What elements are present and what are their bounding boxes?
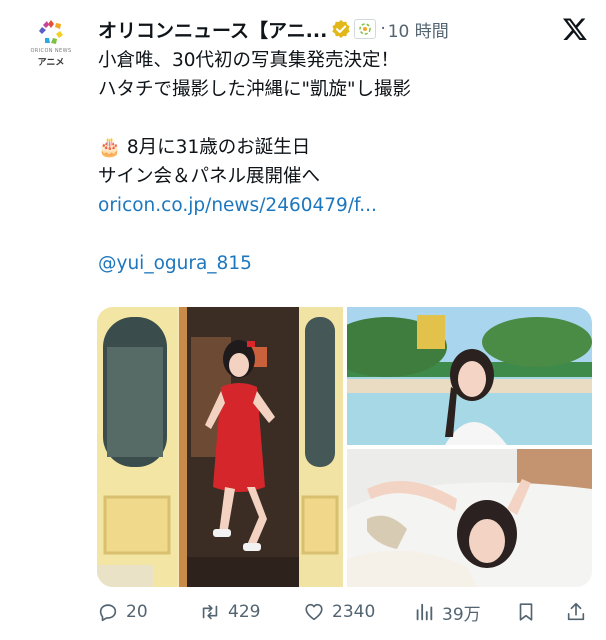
reply-icon [99,604,117,622]
tweet-timestamp[interactable]: 10 時間 [388,17,449,42]
views-count: 39万 [442,604,481,625]
x-logo-icon[interactable] [562,16,588,42]
photo-beach[interactable] [347,307,592,445]
timestamp-separator: · [380,19,386,39]
tweet-line: 小倉唯、30代初の写真集発売決定！ [98,50,400,71]
bookmark-icon [519,603,533,621]
action-bar: 20 429 2340 39万 [97,596,588,628]
avatar-brand-text: ORICON NEWS [30,47,72,54]
affiliate-badge-icon[interactable] [354,19,377,39]
tweet-line [98,104,588,133]
account-name[interactable]: オリコンニュース【アニ... [98,16,327,43]
like-count: 2340 [332,602,376,622]
reply-button[interactable]: 20 [97,601,148,623]
tweet-header: オリコンニュース【アニ... · 10 時間 [98,14,586,44]
media-grid [97,307,592,587]
repost-count: 429 [228,602,261,622]
analytics-icon [416,603,433,621]
tweet-link[interactable]: oricon.co.jp/news/2460479/f... [98,191,588,220]
tweet-line: サイン会＆パネル展開催へ [98,166,321,187]
avatar-sub-text: アニメ [37,57,65,68]
bookmark-button[interactable] [515,601,537,623]
repost-button[interactable]: 429 [199,601,260,623]
reply-count: 20 [126,602,148,622]
verified-badge-icon[interactable] [331,19,351,39]
tweet-text: 小倉唯、30代初の写真集発売決定！ ハタチで撮影した沖縄に"凱旋"し撮影 🎂 8… [98,46,588,278]
share-icon [567,602,585,621]
like-button[interactable]: 2340 [303,601,375,623]
heart-icon [305,603,323,621]
share-button[interactable] [565,601,587,623]
views-button[interactable]: 39万 [413,600,481,625]
tweet-line: 🎂 8月に31歳のお誕生日 [98,137,311,158]
tweet-line: ハタチで撮影した沖縄に"凱旋"し撮影 [98,79,412,100]
repost-icon [202,604,218,620]
account-avatar[interactable]: ORICON NEWS アニメ [22,14,80,72]
oricon-logo-icon [39,19,63,44]
photo-bed[interactable] [347,449,592,587]
photo-cafe-door[interactable] [97,307,343,587]
mention-link[interactable]: @yui_ogura_815 [98,249,588,278]
